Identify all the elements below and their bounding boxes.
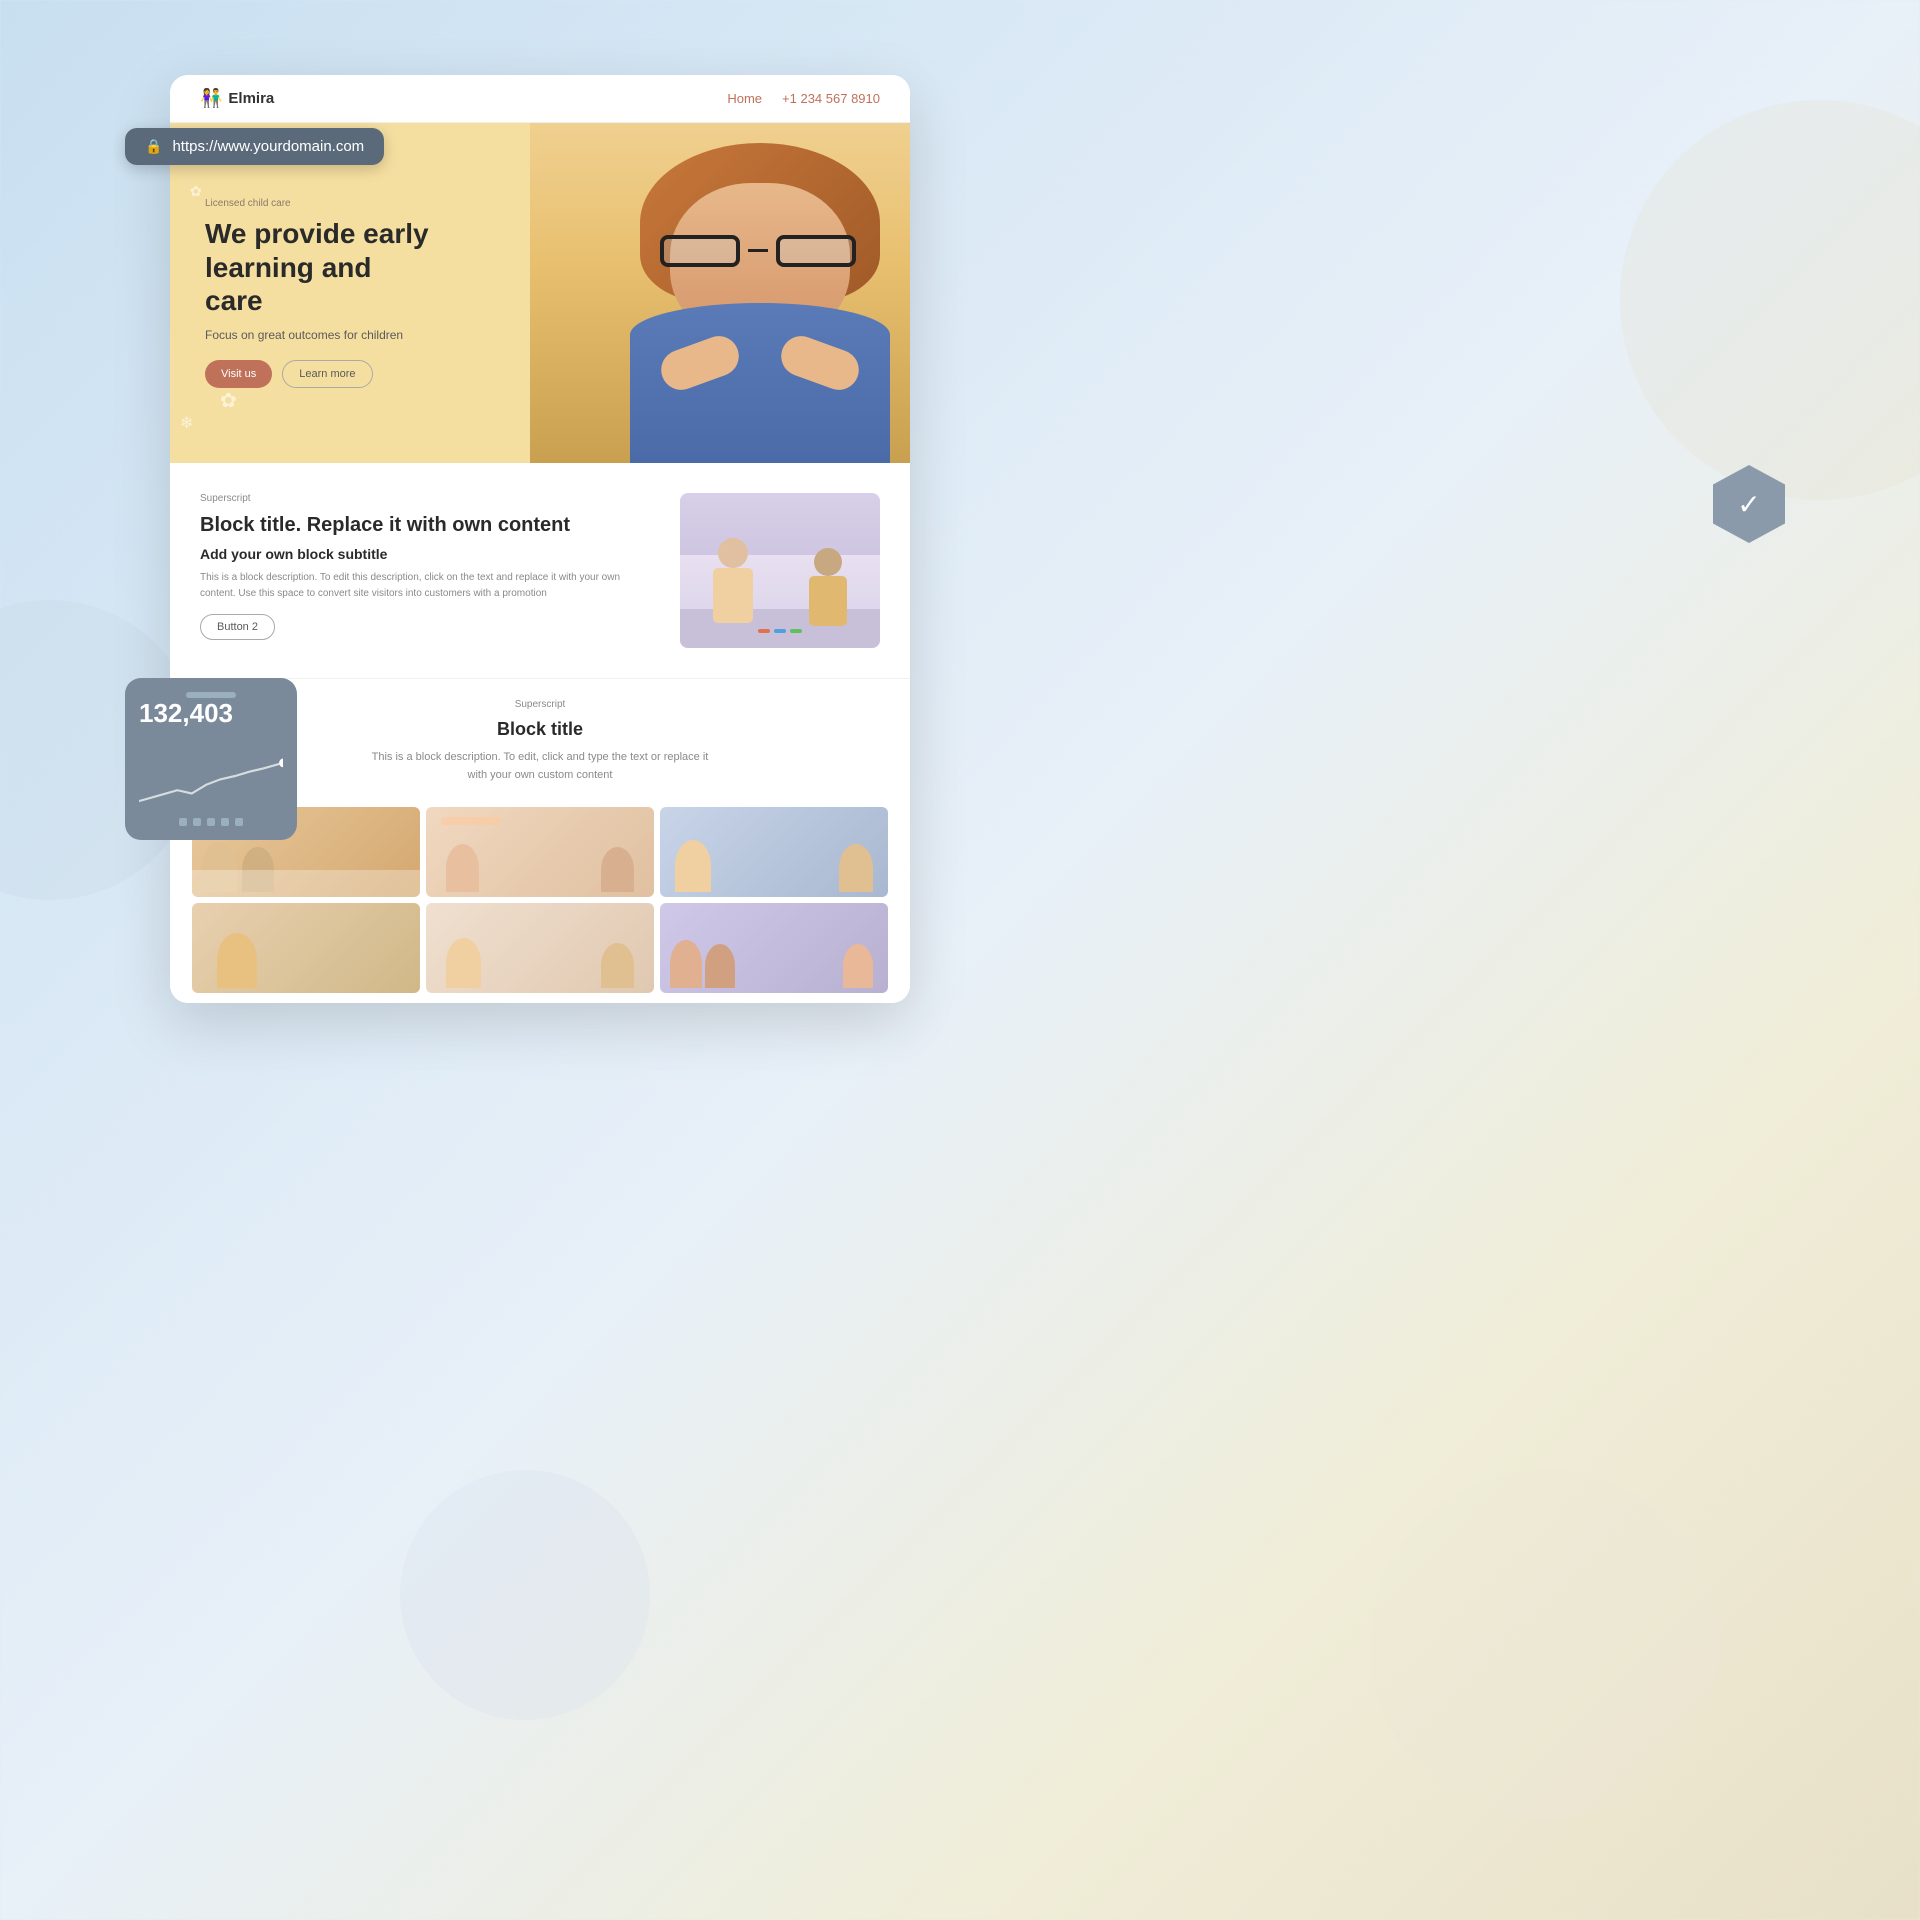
hero-subtitle: Focus on great outcomes for children [205, 328, 435, 342]
block1-description: This is a block description. To edit thi… [200, 570, 650, 602]
block2-description: This is a block description. To edit, cl… [370, 749, 710, 784]
hero-tag: Licensed child care [205, 198, 435, 209]
dot-2 [193, 818, 201, 826]
content-image-1 [680, 493, 880, 648]
block1-title: Block title. Replace it with own content [200, 512, 650, 538]
url-text: https://www.yourdomain.com [172, 138, 364, 155]
browser-window: 👫 Elmira Home +1 234 567 8910 ❄ ✿ ❄ ✿ ❄ … [170, 75, 910, 1003]
grid-photo-5 [426, 903, 654, 993]
stat-number: 132,403 [139, 698, 283, 729]
block1-superscript: Superscript [200, 493, 650, 504]
block2-title: Block title [200, 718, 880, 741]
hero-buttons: Visit us Learn more [205, 360, 435, 388]
checkmark-icon: ✓ [1737, 488, 1760, 521]
dot-4 [221, 818, 229, 826]
grid-photo-2 [426, 807, 654, 897]
bg-decoration-3 [400, 1470, 650, 1720]
content-block-1: Superscript Block title. Replace it with… [170, 463, 910, 678]
navbar: 👫 Elmira Home +1 234 567 8910 [170, 75, 910, 123]
dot-5 [235, 818, 243, 826]
logo-icon: 👫 [200, 88, 222, 109]
nav-phone[interactable]: +1 234 567 8910 [782, 91, 880, 106]
stats-card: 132,403 [125, 678, 297, 840]
nav-links: Home +1 234 567 8910 [727, 91, 880, 106]
nav-link-home[interactable]: Home [727, 91, 762, 106]
line-chart [139, 752, 283, 812]
content-left: Superscript Block title. Replace it with… [200, 493, 650, 640]
address-bar[interactable]: 🔒 https://www.yourdomain.com [125, 128, 384, 165]
chart-dots [139, 818, 283, 826]
hero-section: ❄ ✿ ❄ ✿ ❄ ✿ ❄ Licensed child care We pro… [170, 123, 910, 463]
logo-text: Elmira [228, 90, 274, 107]
block1-button[interactable]: Button 2 [200, 614, 275, 640]
grid-photo-3 [660, 807, 888, 897]
block2-superscript: Superscript [200, 699, 880, 710]
block1-subtitle: Add your own block subtitle [200, 546, 650, 562]
dot-3 [207, 818, 215, 826]
hero-content: Licensed child care We provide early lea… [170, 168, 470, 418]
learn-more-button[interactable]: Learn more [282, 360, 372, 388]
dot-1 [179, 818, 187, 826]
chart-area [139, 733, 283, 812]
hero-image [530, 123, 910, 463]
logo: 👫 Elmira [200, 88, 274, 109]
grid-photo-4 [192, 903, 420, 993]
lock-icon: 🔒 [145, 138, 162, 155]
hero-title: We provide early learning and care [205, 217, 435, 318]
bg-decoration-2 [1620, 100, 1920, 500]
bg-decoration-4 [1370, 1470, 1720, 1820]
grid-photo-6 [660, 903, 888, 993]
visit-us-button[interactable]: Visit us [205, 360, 272, 388]
